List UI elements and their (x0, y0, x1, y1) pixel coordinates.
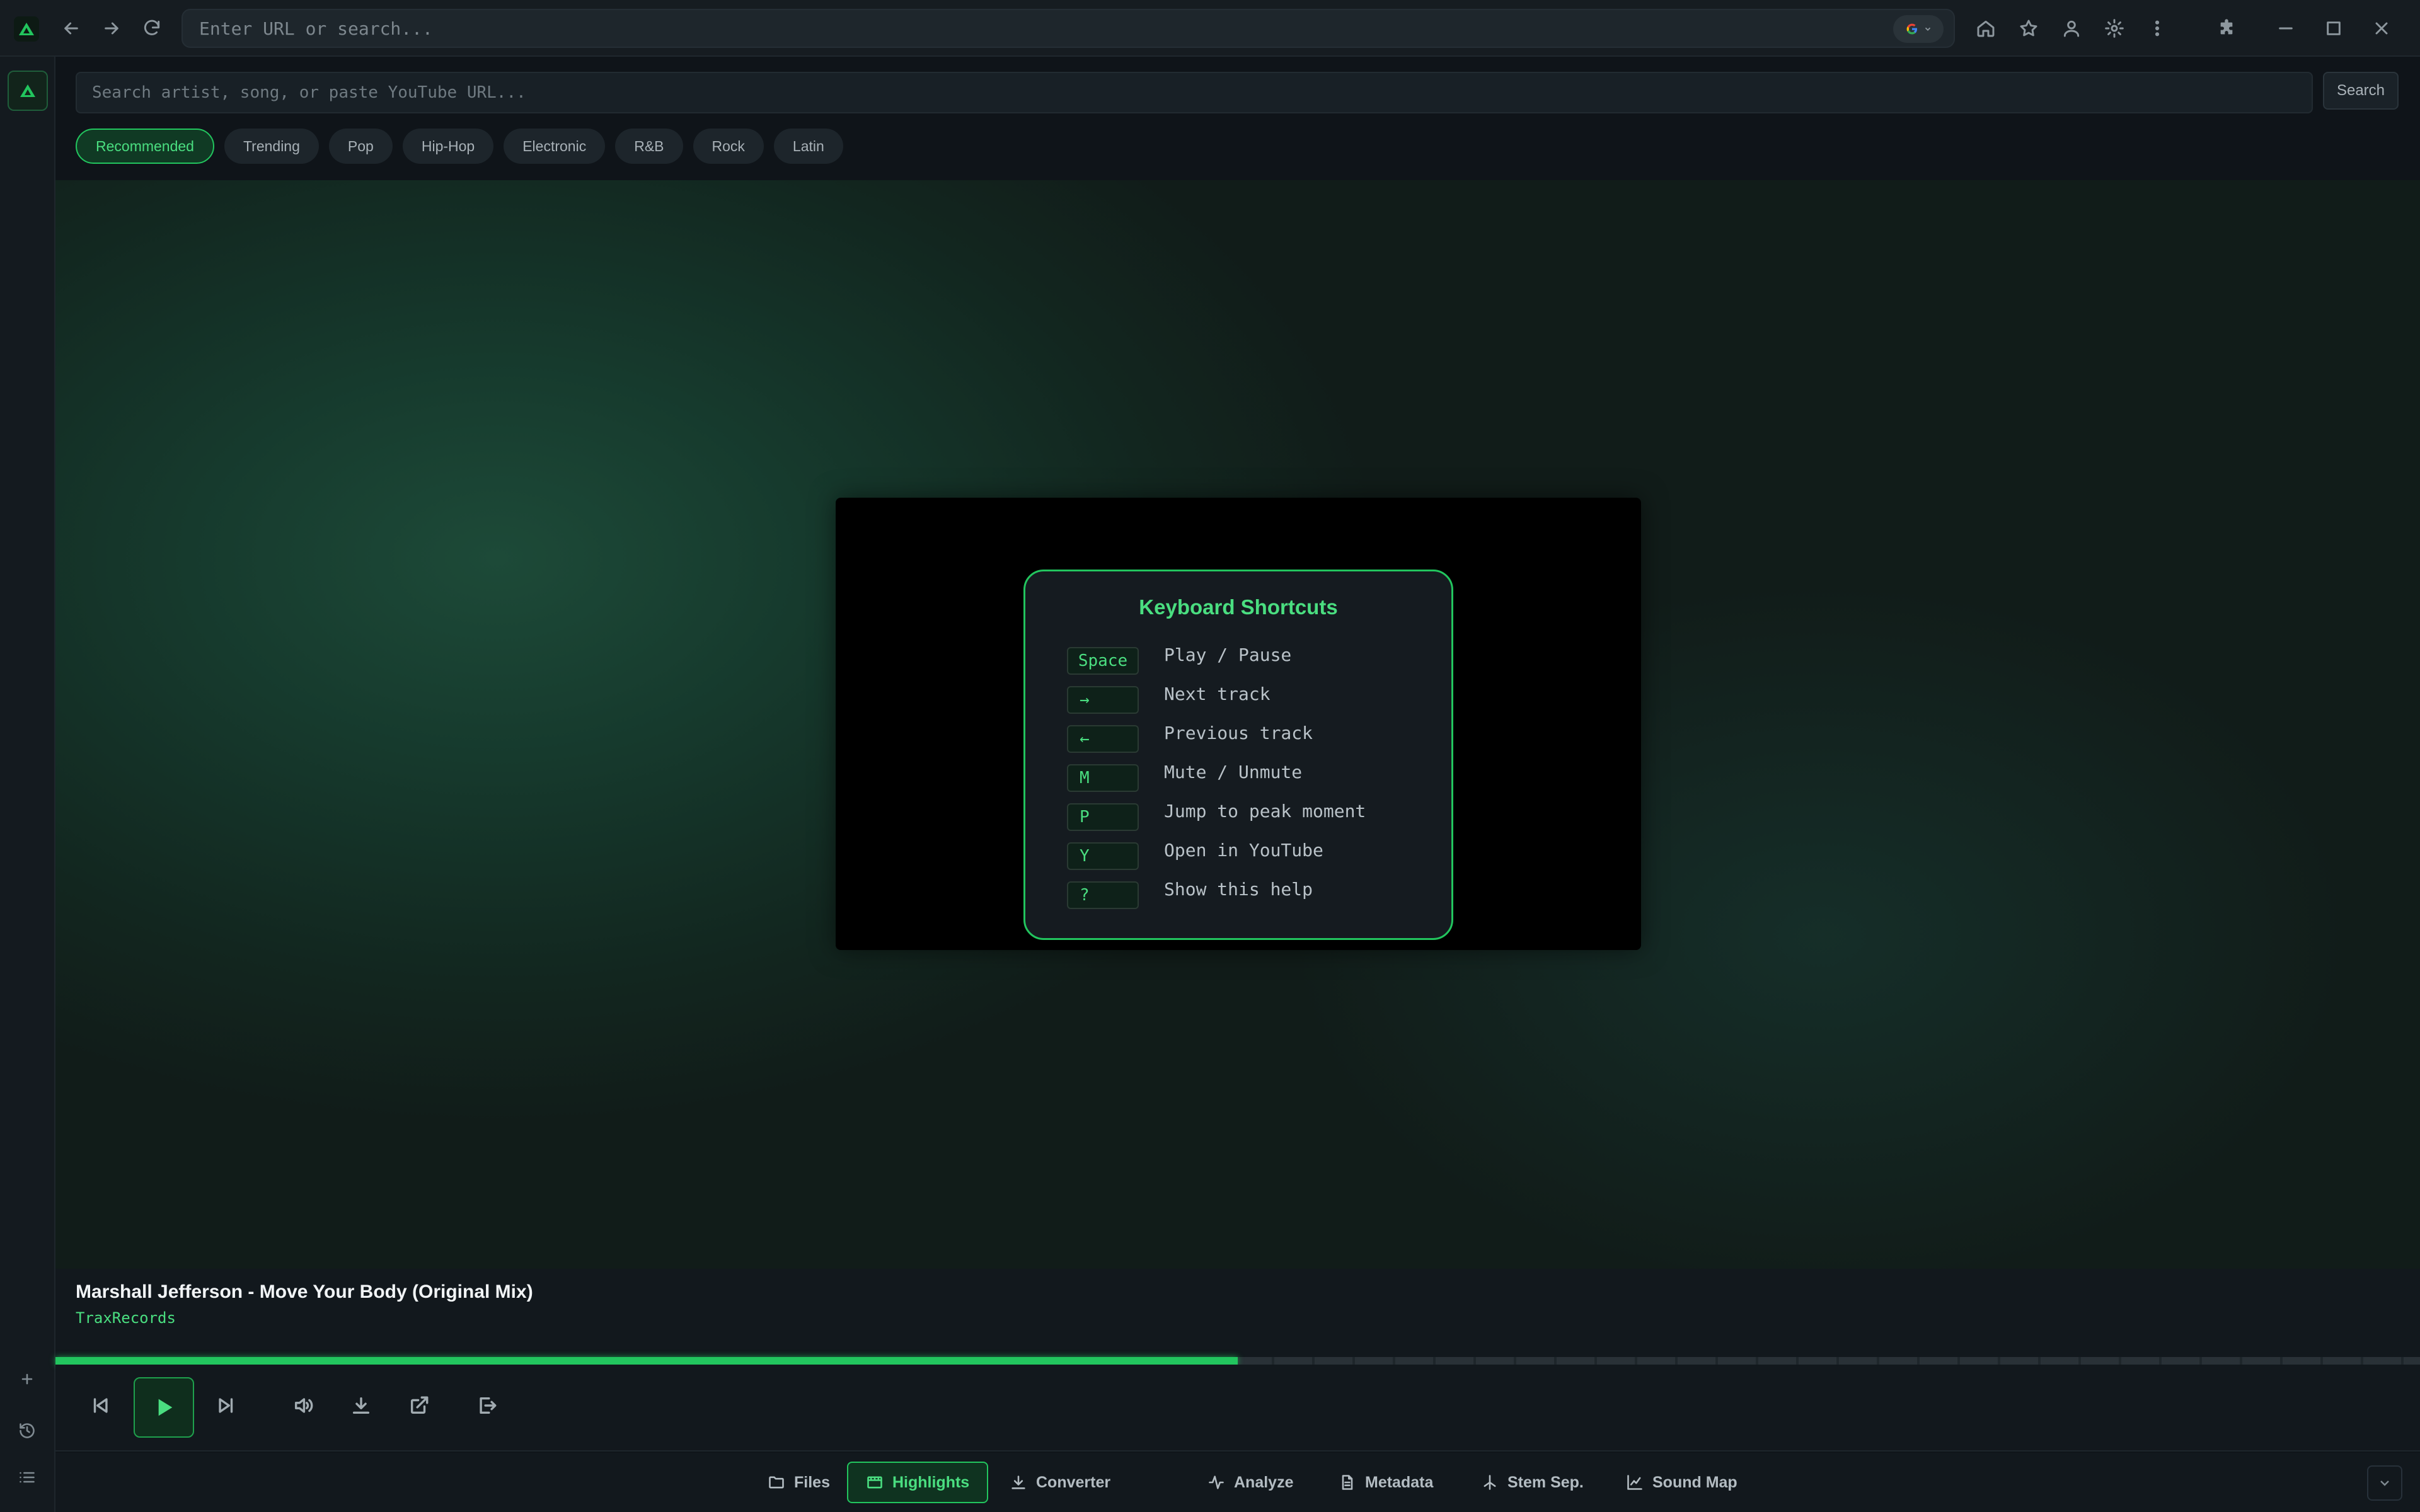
track-title: Marshall Jefferson - Move Your Body (Ori… (76, 1281, 533, 1302)
extensions-icon[interactable] (2212, 14, 2241, 43)
activity-icon (1209, 1475, 1224, 1489)
shortcut-row: → Next track (1067, 684, 1420, 714)
chip-electronic[interactable]: Electronic (504, 129, 606, 164)
settings-icon[interactable] (2100, 14, 2129, 43)
maximize-icon[interactable] (2319, 14, 2348, 43)
tab-label: Stem Sep. (1507, 1473, 1584, 1491)
shortcut-key: Y (1067, 842, 1139, 870)
chip-latin[interactable]: Latin (773, 129, 843, 164)
chip-rnb[interactable]: R&B (615, 129, 683, 164)
waveform-track (1234, 1357, 2420, 1365)
home-icon[interactable] (1971, 14, 2000, 43)
shortcut-desc: Jump to peak moment (1164, 801, 1366, 822)
now-playing: Marshall Jefferson - Move Your Body (Ori… (55, 1269, 2420, 1357)
progress-fill (55, 1357, 1238, 1365)
tab-label: Highlights (892, 1473, 970, 1491)
chip-pop[interactable]: Pop (328, 129, 393, 164)
search-input[interactable] (76, 72, 2313, 113)
tab-files[interactable]: Files (750, 1462, 848, 1503)
profile-icon[interactable] (2057, 14, 2086, 43)
app-logo-icon[interactable] (8, 71, 48, 111)
tab-analyze[interactable]: Analyze (1190, 1462, 1311, 1503)
chip-hip-hop[interactable]: Hip-Hop (402, 129, 494, 164)
back-icon[interactable] (57, 14, 86, 43)
play-icon (158, 1399, 173, 1416)
tab-label: Analyze (1234, 1473, 1294, 1491)
shortcut-row: M Mute / Unmute (1067, 762, 1420, 792)
url-input[interactable] (199, 10, 1838, 47)
url-bar[interactable] (182, 9, 1955, 48)
app-logo-icon[interactable] (14, 16, 39, 42)
minimize-icon[interactable] (2271, 14, 2300, 43)
reload-icon[interactable] (137, 14, 166, 43)
shortcuts-title: Keyboard Shortcuts (1139, 595, 1338, 619)
shortcut-row: ? Show this help (1067, 879, 1420, 909)
shortcut-row: Y Open in YouTube (1067, 840, 1420, 870)
track-channel[interactable]: TraxRecords (76, 1309, 176, 1327)
search-button[interactable]: Search (2323, 72, 2399, 110)
shortcut-desc: Open in YouTube (1164, 840, 1323, 861)
chip-rock[interactable]: Rock (693, 129, 764, 164)
file-icon (1342, 1475, 1353, 1490)
genre-chips: Recommended Trending Pop Hip-Hop Electro… (76, 129, 843, 164)
tab-label: Sound Map (1652, 1473, 1737, 1491)
shortcut-key: P (1067, 803, 1139, 831)
shortcut-key: Space (1067, 647, 1139, 675)
folder-icon (769, 1476, 784, 1489)
progress-bar[interactable] (55, 1357, 2420, 1365)
tab-label: Metadata (1365, 1473, 1434, 1491)
split-icon (1484, 1475, 1496, 1490)
shortcut-row: Space Play / Pause (1067, 644, 1420, 675)
shortcut-row: ← Previous track (1067, 723, 1420, 753)
tab-converter[interactable]: Converter (992, 1462, 1128, 1503)
close-icon[interactable] (2367, 14, 2396, 43)
chart-icon (1627, 1475, 1642, 1490)
download-icon[interactable] (344, 1389, 378, 1423)
left-sidebar (0, 57, 55, 1512)
shortcut-desc: Next track (1164, 684, 1270, 704)
chip-recommended[interactable]: Recommended (76, 129, 214, 164)
next-icon[interactable] (209, 1389, 243, 1423)
browser-toolbar (0, 0, 2420, 57)
list-icon[interactable] (13, 1463, 42, 1492)
main-stage: Keyboard Shortcuts Space Play / Pause → … (55, 180, 2420, 1269)
shortcut-key: ← (1067, 725, 1139, 753)
keyboard-shortcuts-dialog: Keyboard Shortcuts Space Play / Pause → … (1023, 570, 1453, 940)
previous-icon[interactable] (83, 1389, 117, 1423)
star-icon[interactable] (2014, 14, 2043, 43)
film-icon (867, 1476, 882, 1489)
collapse-button[interactable] (2367, 1465, 2402, 1501)
chip-trending[interactable]: Trending (224, 129, 319, 164)
player-controls (55, 1365, 2420, 1452)
google-icon[interactable] (1893, 15, 1944, 43)
tab-metadata[interactable]: Metadata (1321, 1462, 1451, 1503)
volume-icon[interactable] (286, 1389, 320, 1423)
chevron-down-icon (1925, 27, 1931, 31)
chevron-down-icon (2380, 1480, 2389, 1486)
shortcut-key: M (1067, 764, 1139, 792)
exit-icon[interactable] (470, 1389, 504, 1423)
bottom-tabbar: Files Highlights Converter Analyze Metad… (55, 1453, 2420, 1512)
shortcut-key: ? (1067, 881, 1139, 909)
tab-stem-sep[interactable]: Stem Sep. (1463, 1462, 1601, 1503)
shortcut-desc: Show this help (1164, 879, 1313, 900)
shortcut-row: P Jump to peak moment (1067, 801, 1420, 831)
shortcut-desc: Mute / Unmute (1164, 762, 1303, 782)
tab-highlights[interactable]: Highlights (847, 1462, 989, 1503)
history-icon[interactable] (13, 1416, 42, 1445)
download-icon (1011, 1475, 1025, 1489)
shortcut-key: → (1067, 686, 1139, 714)
play-button[interactable] (134, 1377, 194, 1438)
more-icon[interactable] (2143, 14, 2172, 43)
tab-label: Files (794, 1473, 830, 1491)
tab-sound-map[interactable]: Sound Map (1608, 1462, 1755, 1503)
shortcut-desc: Play / Pause (1164, 644, 1292, 665)
forward-icon[interactable] (97, 14, 126, 43)
tab-label: Converter (1036, 1473, 1111, 1491)
open-external-icon[interactable] (402, 1389, 436, 1423)
add-icon[interactable] (13, 1365, 42, 1394)
shortcut-desc: Previous track (1164, 723, 1313, 743)
